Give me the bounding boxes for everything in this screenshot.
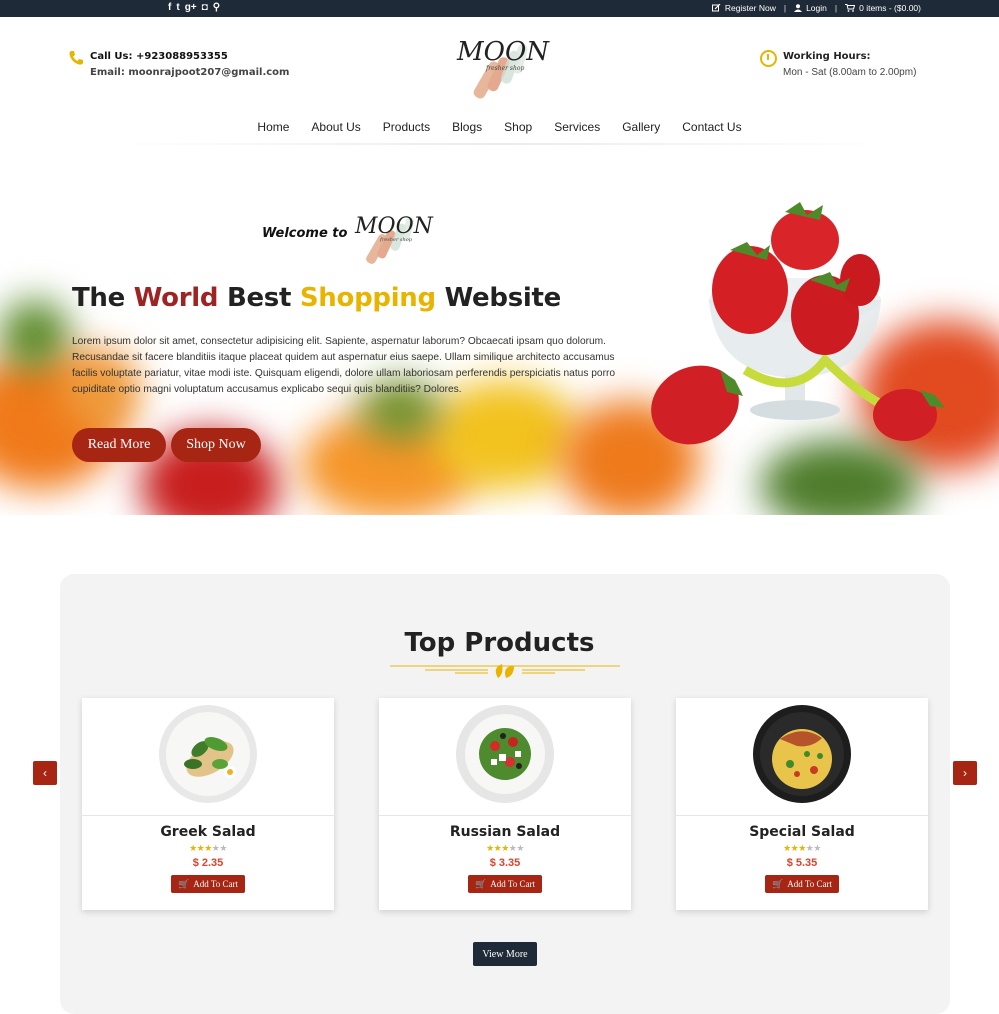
russian-salad-image[interactable] [455, 704, 555, 804]
star-empty-icon: ★★ [508, 843, 525, 853]
cart-icon: 🛒 [772, 878, 784, 889]
cart-icon [845, 4, 856, 12]
shop-now-button[interactable]: Shop Now [171, 428, 261, 462]
nav-services[interactable]: Services [554, 120, 600, 134]
product-card-greek-salad[interactable]: Greek Salad ★★★★★ $ 2.35 🛒 Add To Cart [82, 698, 334, 910]
special-salad-image[interactable] [752, 704, 852, 804]
title-divider [390, 664, 620, 678]
cart-icon: 🛒 [178, 878, 190, 889]
headline-part: The [72, 283, 134, 313]
instagram-icon[interactable]: ◘ [202, 2, 208, 14]
nav-about-us[interactable]: About Us [311, 120, 360, 134]
separator: | [834, 3, 838, 13]
register-label: Register Now [724, 3, 776, 13]
user-icon [794, 4, 803, 12]
view-more-button[interactable]: View More [473, 942, 537, 966]
social-links: f t g+ ◘ ⚲ [168, 2, 220, 14]
add-to-cart-label: Add To Cart [787, 879, 832, 889]
google-plus-icon[interactable]: g+ [185, 2, 197, 14]
rating-stars: ★★★★★ [82, 843, 334, 854]
product-name[interactable]: Greek Salad [82, 824, 334, 840]
star-icon: ★★★ [486, 843, 509, 853]
login-label: Login [806, 3, 827, 13]
facebook-icon[interactable]: f [168, 2, 171, 14]
nav-blogs[interactable]: Blogs [452, 120, 482, 134]
clock-icon [760, 50, 777, 67]
rating-stars: ★★★★★ [379, 843, 631, 854]
strawberry-bowl-image [651, 202, 945, 445]
headline-highlight-yellow: Shopping [299, 283, 436, 313]
cart-link[interactable]: 0 items - ($0.00) [845, 3, 921, 13]
cart-summary: 0 items - ($0.00) [859, 3, 921, 13]
hero-logo: MOON fresher shop [352, 205, 442, 270]
read-more-button[interactable]: Read More [72, 428, 166, 462]
login-link[interactable]: Login [794, 3, 827, 13]
product-price: $ 5.35 [786, 857, 818, 869]
hero-headline: The World Best Shopping Website [72, 283, 561, 313]
add-to-cart-button[interactable]: 🛒 Add To Cart [765, 875, 839, 893]
nav-gallery[interactable]: Gallery [622, 120, 660, 134]
phone-icon [69, 51, 83, 65]
add-to-cart-label: Add To Cart [193, 879, 238, 889]
hero-logo-graphic: MOON fresher shop [354, 214, 434, 264]
logo-graphic: MOON fresher shop [456, 37, 550, 99]
product-name[interactable]: Special Salad [676, 824, 928, 840]
nav-products[interactable]: Products [383, 120, 430, 134]
main-nav: Home About Us Products Blogs Shop Servic… [0, 120, 999, 134]
headline-part: Website [435, 283, 562, 313]
svg-text:fresher shop: fresher shop [485, 65, 524, 72]
headline-part: Best [218, 283, 300, 313]
cart-icon: 🛒 [475, 878, 487, 889]
add-to-cart-button[interactable]: 🛒 Add To Cart [468, 875, 542, 893]
nav-divider [110, 143, 890, 145]
twitter-icon[interactable]: t [176, 2, 179, 14]
carousel-next-button[interactable]: › [953, 761, 977, 785]
greek-salad-image[interactable] [158, 704, 258, 804]
product-name[interactable]: Russian Salad [379, 824, 631, 840]
hero-banner: Welcome to MOON fresher shop The World B… [0, 150, 999, 515]
nav-shop[interactable]: Shop [504, 120, 532, 134]
star-empty-icon: ★★ [805, 843, 822, 853]
register-link[interactable]: Register Now [711, 3, 776, 13]
rating-stars: ★★★★★ [676, 843, 928, 854]
product-price: $ 3.35 [489, 857, 521, 869]
separator: | [783, 3, 787, 13]
nav-home[interactable]: Home [257, 120, 289, 134]
section-title: Top Products [404, 628, 595, 658]
search-icon[interactable]: ⚲ [213, 2, 220, 14]
carousel-prev-button[interactable]: ‹ [33, 761, 57, 785]
add-to-cart-label: Add To Cart [490, 879, 535, 889]
hours-title: Working Hours: [783, 51, 871, 62]
add-to-cart-button[interactable]: 🛒 Add To Cart [171, 875, 245, 893]
top-bar: f t g+ ◘ ⚲ Register Now | Login | 0 item… [0, 0, 999, 17]
phone-number[interactable]: Call Us: +923088953355 [90, 51, 228, 62]
product-price: $ 2.35 [192, 857, 224, 869]
product-card-russian-salad[interactable]: Russian Salad ★★★★★ $ 3.35 🛒 Add To Cart [379, 698, 631, 910]
product-image-area [676, 698, 928, 816]
bg-blur-green [0, 300, 70, 370]
star-empty-icon: ★★ [211, 843, 228, 853]
headline-highlight-red: World [133, 283, 219, 313]
nav-contact-us[interactable]: Contact Us [682, 120, 741, 134]
product-image-area [82, 698, 334, 816]
email-address[interactable]: Email: moonrajpoot207@gmail.com [90, 67, 289, 78]
star-icon: ★★★ [783, 843, 806, 853]
svg-text:MOON: MOON [354, 214, 434, 239]
hours-text: Mon - Sat (8.00am to 2.00pm) [783, 67, 917, 78]
product-card-special-salad[interactable]: Special Salad ★★★★★ $ 5.35 🛒 Add To Cart [676, 698, 928, 910]
account-links: Register Now | Login | 0 items - ($0.00) [711, 3, 921, 13]
edit-icon [711, 4, 721, 12]
site-logo[interactable]: MOON fresher shop [453, 30, 563, 105]
product-image-area [379, 698, 631, 816]
welcome-text: Welcome to [262, 226, 348, 241]
star-icon: ★★★ [189, 843, 212, 853]
svg-text:MOON: MOON [456, 37, 550, 67]
hero-description: Lorem ipsum dolor sit amet, consectetur … [72, 336, 616, 395]
svg-text:fresher shop: fresher shop [379, 237, 413, 243]
